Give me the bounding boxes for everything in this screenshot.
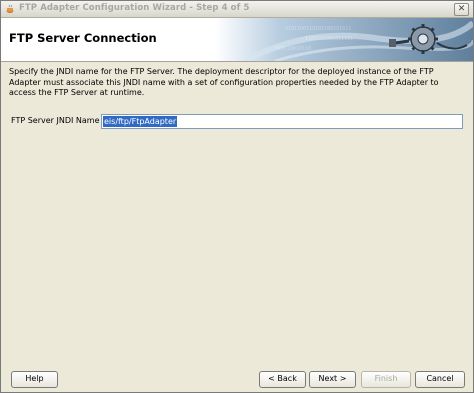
svg-text:0101100110101100101011: 0101100110101100101011 <box>285 26 351 32</box>
finish-button[interactable]: Finish <box>361 371 411 388</box>
page-title: FTP Server Connection <box>9 31 157 45</box>
jndi-name-input[interactable]: eis/ftp/FtpAdapter <box>101 114 463 129</box>
svg-text:010110010110: 010110010110 <box>275 46 311 52</box>
title-bar[interactable]: FTP Adapter Configuration Wizard - Step … <box>1 1 473 18</box>
jndi-name-label: FTP Server JNDI Name <box>11 116 100 125</box>
jndi-name-value: eis/ftp/FtpAdapter <box>103 116 178 127</box>
back-button[interactable]: < Back <box>259 371 306 388</box>
step-description: Specify the JNDI name for the FTP Server… <box>9 67 439 97</box>
jndi-name-label-text: FTP Server JNDI Name <box>11 116 100 125</box>
window-title: FTP Adapter Configuration Wizard - Step … <box>19 3 250 13</box>
close-button[interactable]: ✕ <box>454 3 469 16</box>
java-cup-icon <box>6 4 14 13</box>
wizard-window: FTP Adapter Configuration Wizard - Step … <box>0 0 474 393</box>
next-button[interactable]: Next > <box>309 371 356 388</box>
wizard-header: FTP Server Connection 010110011010110010… <box>1 18 473 62</box>
cancel-button[interactable]: Cancel <box>415 371 465 388</box>
close-icon: ✕ <box>457 4 466 14</box>
header-banner: 0101100110101100101011 1100101001011101 … <box>215 18 473 61</box>
help-button[interactable]: Help <box>11 371 58 388</box>
svg-text:1100101001011101: 1100101001011101 <box>305 36 353 42</box>
